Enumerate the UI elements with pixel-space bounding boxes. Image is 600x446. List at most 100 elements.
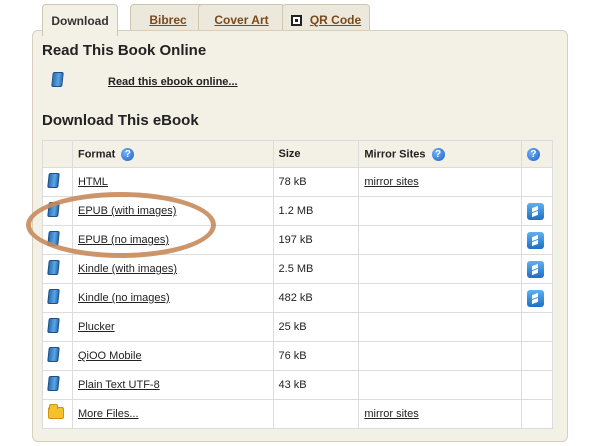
qr-code-icon [290,14,302,26]
size-cell: 43 kB [272,370,360,400]
dropbox-cell [520,167,554,197]
header-mirror-label: Mirror Sites [364,147,426,160]
book-icon [47,260,60,275]
dropbox-cell [520,370,554,400]
dropbox-icon[interactable] [526,260,544,278]
mirror-cell [358,225,522,255]
format-cell: Plucker [71,312,274,342]
format-link[interactable]: EPUB (no images) [78,234,169,246]
format-link[interactable]: Plain Text UTF-8 [78,379,160,391]
header-format: Format ? [71,140,274,168]
table-header-row: Format ? Size Mirror Sites ? ? [42,140,554,168]
table-row: EPUB (no images) 197 kB [42,225,554,255]
dropbox-help-icon[interactable]: ? [526,147,540,161]
format-cell: Kindle (no images) [71,283,274,313]
format-cell: Kindle (with images) [71,254,274,284]
mirror-cell [358,370,522,400]
book-icon [47,347,60,362]
header-mirror: Mirror Sites ? [358,140,522,168]
dropbox-cell [520,254,554,284]
mirror-cell [358,283,522,313]
format-link[interactable]: QiOO Mobile [78,350,142,362]
row-icon-cell [42,370,73,400]
book-icon [47,173,60,188]
format-link[interactable]: Plucker [78,321,115,333]
format-cell: HTML [71,167,274,197]
tab-bibrec-label: Bibrec [149,13,187,27]
tab-download[interactable]: Download [42,4,118,36]
mirror-cell [358,341,522,371]
row-icon-cell [42,399,73,429]
size-cell [272,399,360,429]
size-cell: 482 kB [272,283,360,313]
mirror-sites-link[interactable]: mirror sites [364,176,418,188]
table-row: QiOO Mobile 76 kB [42,341,554,371]
dropbox-icon[interactable] [526,289,544,307]
table-row: More Files... mirror sites [42,399,554,429]
size-cell: 2.5 MB [272,254,360,284]
row-icon-cell [42,254,73,284]
tab-download-label: Download [51,13,109,28]
size-cell: 197 kB [272,225,360,255]
dropbox-cell [520,283,554,313]
table-row: Kindle (with images) 2.5 MB [42,254,554,284]
book-icon [47,318,60,333]
book-icon [47,202,60,217]
row-icon-cell [42,196,73,226]
header-size-label: Size [278,148,301,160]
row-icon-cell [42,225,73,255]
dropbox-cell [520,312,554,342]
table-row: HTML 78 kB mirror sites [42,167,554,197]
row-icon-cell [42,341,73,371]
dropbox-cell [520,341,554,371]
format-link[interactable]: Kindle (with images) [78,263,177,275]
read-online-link[interactable]: Read this ebook online... [108,76,238,88]
size-cell: 76 kB [272,341,360,371]
format-link[interactable]: HTML [78,176,108,188]
book-icon [47,289,60,304]
size-cell: 1.2 MB [272,196,360,226]
format-link[interactable]: More Files... [78,408,139,420]
format-cell: More Files... [71,399,274,429]
download-heading: Download This eBook [42,112,199,129]
format-link[interactable]: EPUB (with images) [78,205,176,217]
formats-table-body: HTML 78 kB mirror sites EPUB (with images) 1… [42,167,554,429]
read-online-heading: Read This Book Online [42,42,207,59]
size-cell: 25 kB [272,312,360,342]
tab-qr-code-label: QR Code [309,13,362,27]
folder-icon [48,403,64,419]
format-help-icon[interactable]: ? [121,147,135,161]
format-cell: QiOO Mobile [71,341,274,371]
mirror-cell [358,312,522,342]
dropbox-icon[interactable] [526,231,544,249]
header-size: Size [272,140,360,168]
format-link[interactable]: Kindle (no images) [78,292,170,304]
mirror-cell: mirror sites [358,399,522,429]
dropbox-cell [520,225,554,255]
header-dropbox: ? [520,140,554,168]
mirror-cell: mirror sites [358,167,522,197]
dropbox-icon[interactable] [526,202,544,220]
table-row: Plain Text UTF-8 43 kB [42,370,554,400]
book-icon [47,231,60,246]
format-cell: Plain Text UTF-8 [71,370,274,400]
tab-cover-art-label: Cover Art [214,13,269,27]
book-icon [47,376,60,391]
read-online-row [51,72,64,87]
row-icon-cell [42,312,73,342]
size-cell: 78 kB [272,167,360,197]
book-icon [51,72,64,87]
table-row: EPUB (with images) 1.2 MB [42,196,554,226]
row-icon-cell [42,283,73,313]
dropbox-cell [520,196,554,226]
mirror-cell [358,196,522,226]
dropbox-cell [520,399,554,429]
table-row: Plucker 25 kB [42,312,554,342]
mirror-cell [358,254,522,284]
header-format-label: Format [77,147,116,160]
format-cell: EPUB (with images) [71,196,274,226]
formats-table: Format ? Size Mirror Sites ? ? HTML 78 kB… [42,140,554,429]
mirror-help-icon[interactable]: ? [431,147,445,161]
mirror-sites-link[interactable]: mirror sites [364,408,418,420]
header-icon-cell [42,140,73,168]
